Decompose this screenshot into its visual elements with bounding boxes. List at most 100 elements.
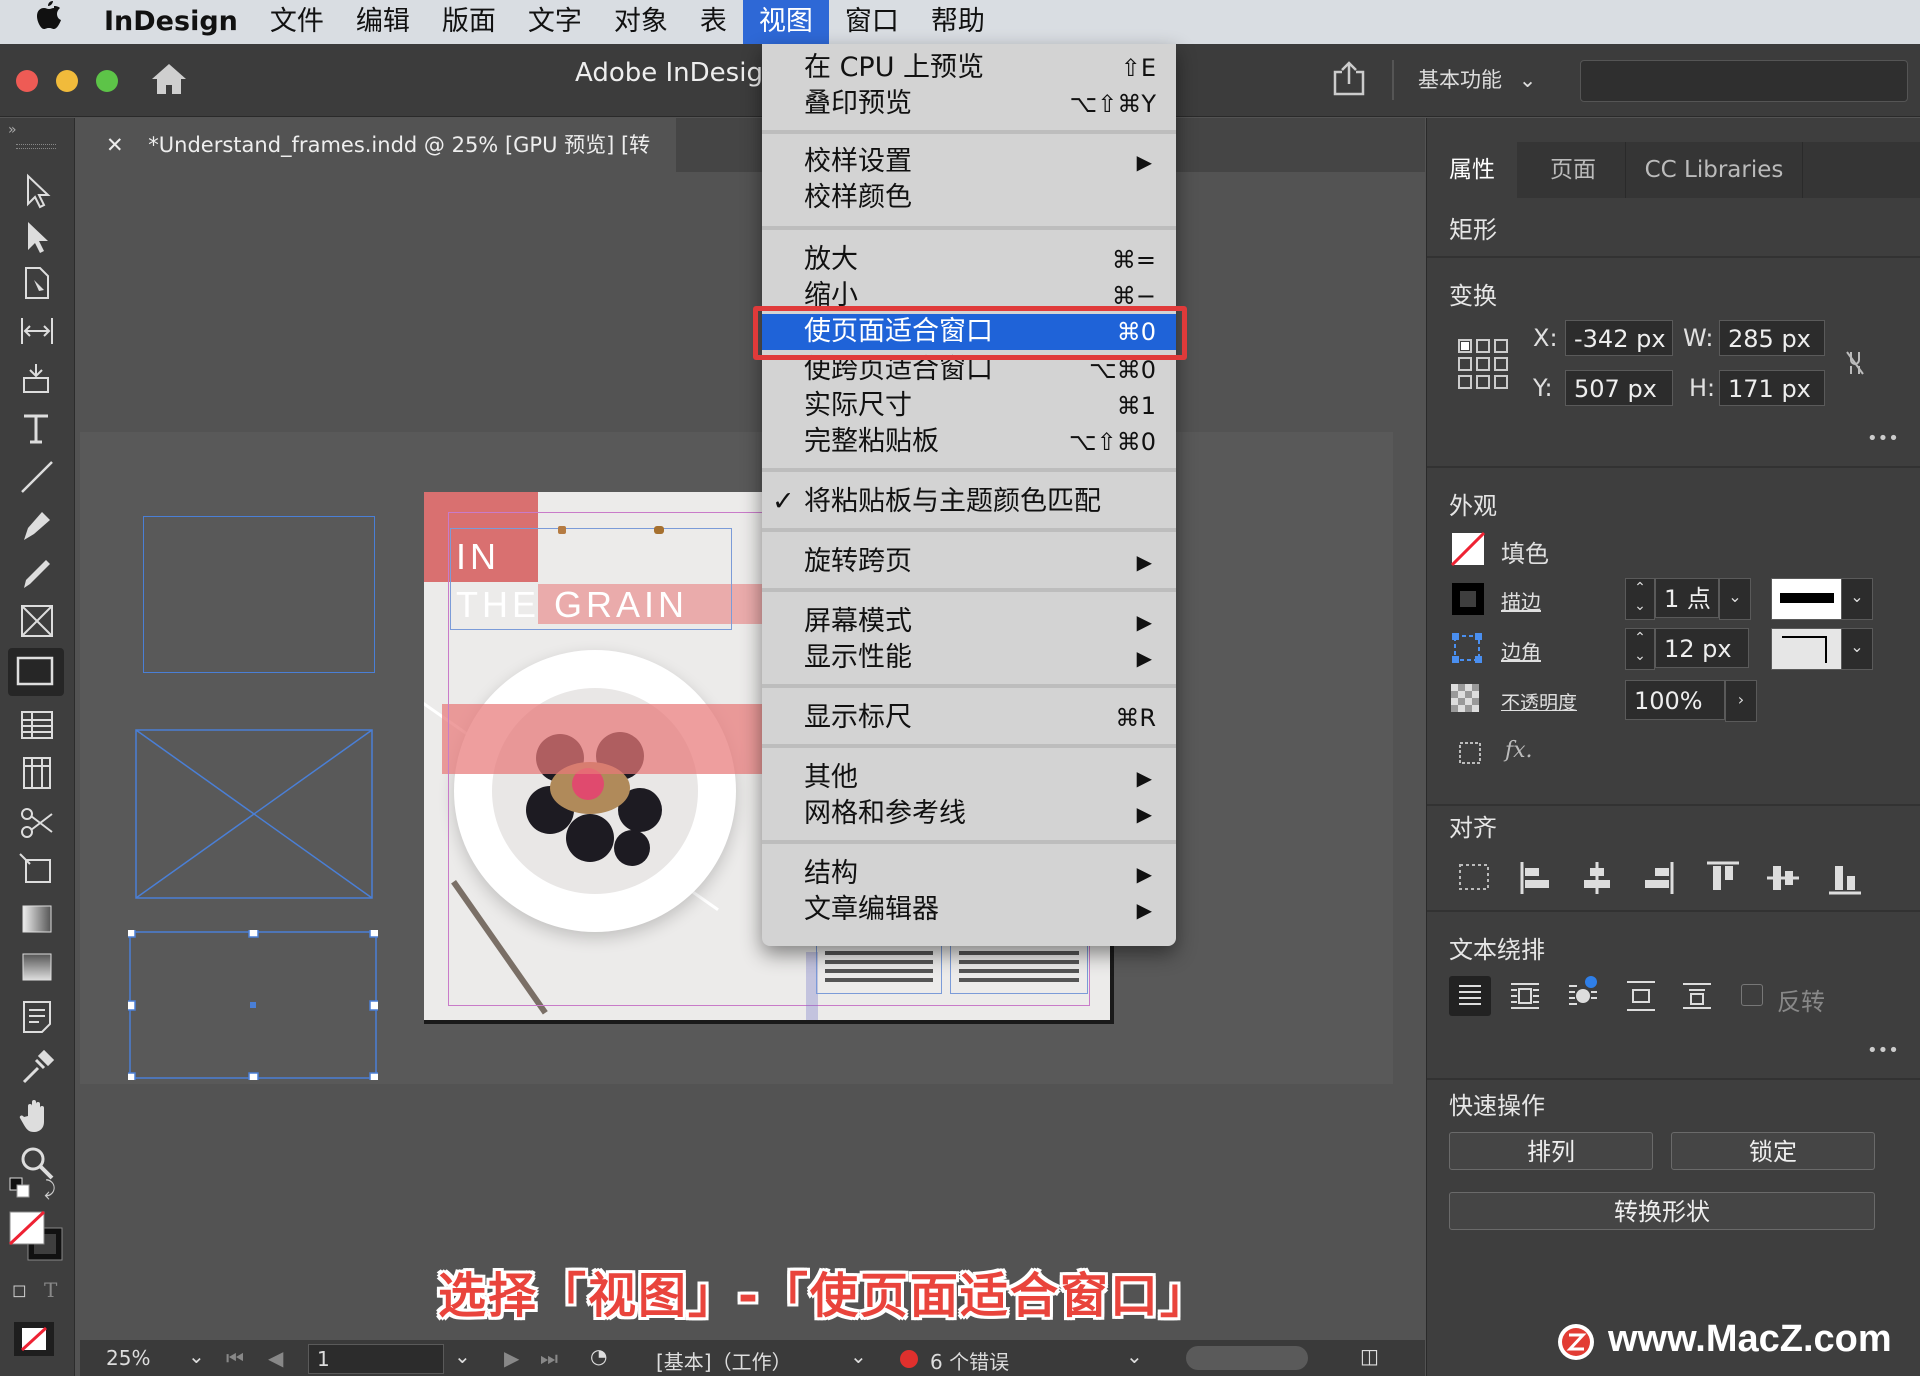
empty-text-frame[interactable] (143, 516, 375, 673)
hand-tool-icon[interactable] (18, 1096, 56, 1134)
open-document-icon[interactable]: ◔ (590, 1344, 607, 1368)
menu-item-story-editor[interactable]: 文章编辑器 ▶ (762, 892, 1176, 928)
wrap-next-column-icon[interactable] (1679, 978, 1715, 1014)
content-collector-icon[interactable] (18, 360, 56, 398)
tab-pages[interactable]: 页面 (1525, 142, 1621, 198)
convert-shape-button[interactable]: 转换形状 (1449, 1192, 1875, 1230)
menu-item-structure[interactable]: 结构 ▶ (762, 856, 1176, 892)
align-to-selection-icon[interactable] (1457, 862, 1497, 894)
corner-size-stepper[interactable]: ⌃ ⌄ (1625, 628, 1655, 670)
wrap-object-shape-icon[interactable] (1565, 974, 1601, 1014)
page-tool-icon[interactable] (18, 264, 56, 302)
table-tool-icon[interactable] (18, 706, 56, 744)
horizontal-scrollbar[interactable] (1186, 1346, 1308, 1370)
swap-colors-icon[interactable]: ⤸ (44, 1176, 56, 1200)
selection-tool-icon[interactable] (18, 172, 56, 210)
menu-layout[interactable]: 版面 (426, 0, 512, 44)
pen-tool-icon[interactable] (18, 506, 56, 544)
grip-icon[interactable] (16, 144, 56, 149)
first-page-icon[interactable]: ⏮ (226, 1346, 244, 1370)
menu-item-proof-setup[interactable]: 校样设置 ▶ (762, 144, 1176, 180)
chevron-down-icon[interactable]: ⌄ (454, 1344, 471, 1368)
stroke-type-preview[interactable] (1771, 578, 1843, 620)
menu-item-zoom-in[interactable]: 放大 ⌘= (762, 242, 1176, 278)
menu-help[interactable]: 帮助 (915, 0, 1001, 44)
chevron-down-icon[interactable]: ⌄ (1126, 1344, 1143, 1368)
close-window-button[interactable] (16, 70, 38, 92)
selected-rectangle-frame[interactable] (128, 930, 378, 1080)
y-position-field[interactable]: 507 px (1565, 370, 1673, 406)
menu-item-rotate-spread[interactable]: 旋转跨页 ▶ (762, 544, 1176, 580)
chevron-right-icon[interactable]: › (1725, 680, 1757, 722)
rectangle-tool-icon[interactable] (8, 648, 64, 696)
stroke-label[interactable]: 描边 (1501, 586, 1541, 615)
corner-size-field[interactable]: 12 px (1655, 628, 1749, 668)
stroke-weight-dropdown[interactable]: ⌄ (1719, 578, 1751, 620)
type-tool-icon[interactable] (18, 410, 56, 448)
corner-shape-dropdown[interactable]: ⌄ (1841, 628, 1873, 670)
collapse-toolbox-icon[interactable]: » (8, 122, 17, 138)
default-colors-icon[interactable] (8, 1176, 32, 1200)
more-options-icon[interactable]: ••• (1867, 428, 1899, 449)
eyedropper-tool-icon[interactable] (18, 1048, 56, 1086)
menu-object[interactable]: 对象 (598, 0, 684, 44)
lock-button[interactable]: 锁定 (1671, 1132, 1875, 1170)
effects-fx-icon[interactable]: fx. (1505, 738, 1533, 763)
wrap-jump-object-icon[interactable] (1623, 978, 1659, 1014)
menu-view[interactable]: 视图 (742, 0, 829, 44)
formatting-affects-container-icon[interactable]: ◻ (12, 1280, 27, 1301)
tab-cc-libraries[interactable]: CC Libraries (1625, 142, 1803, 198)
search-input[interactable] (1580, 60, 1908, 102)
stroke-weight-field[interactable]: 1 点 (1655, 578, 1719, 618)
frame-fitting-icon[interactable] (1457, 740, 1487, 768)
menu-item-actual-size[interactable]: 实际尺寸 ⌘1 (762, 388, 1176, 424)
menu-item-proof-colors[interactable]: 校样颜色 (762, 180, 1176, 216)
page-number-field[interactable]: 1 (308, 1344, 444, 1374)
stroke-swatch-icon[interactable] (1451, 582, 1485, 616)
line-tool-icon[interactable] (18, 458, 56, 496)
reference-point-icon[interactable] (1457, 338, 1509, 390)
align-right-icon[interactable] (1643, 860, 1675, 896)
minimize-window-button[interactable] (56, 70, 78, 92)
formatting-affects-text-icon[interactable]: T (44, 1278, 57, 1302)
last-page-icon[interactable]: ⏭ (540, 1346, 558, 1370)
document-tab[interactable]: ✕ *Understand_frames.indd @ 25% [GPU 预览]… (80, 118, 676, 211)
corner-options-icon[interactable] (1451, 632, 1483, 664)
menu-edit[interactable]: 编辑 (340, 0, 426, 44)
pencil-tool-icon[interactable] (18, 554, 56, 592)
tab-properties[interactable]: 属性 (1427, 142, 1517, 198)
preflight-errors-label[interactable]: 6 个错误 (930, 1346, 1009, 1375)
zoom-window-button[interactable] (96, 70, 118, 92)
menu-item-match-pasteboard-theme[interactable]: ✓ 将粘贴板与主题颜色匹配 (762, 484, 1176, 520)
chevron-down-icon[interactable]: ⌄ (188, 1344, 205, 1368)
menu-item-screen-mode[interactable]: 屏幕模式 ▶ (762, 604, 1176, 640)
previous-page-icon[interactable]: ◀ (268, 1346, 283, 1370)
free-transform-tool-icon[interactable] (18, 852, 56, 890)
apple-icon[interactable] (0, 0, 88, 44)
stroke-weight-stepper[interactable]: ⌃ ⌄ (1625, 578, 1655, 620)
apply-none-icon[interactable] (12, 1320, 56, 1358)
chevron-down-icon[interactable]: ⌄ (850, 1344, 867, 1368)
height-field[interactable]: 171 px (1719, 370, 1825, 406)
menu-item-entire-pasteboard[interactable]: 完整粘贴板 ⌥⇧⌘0 (762, 424, 1176, 460)
menu-item-grids-and-guides[interactable]: 网格和参考线 ▶ (762, 796, 1176, 832)
fill-swatch-icon[interactable] (1451, 532, 1485, 566)
placeholder-graphic-frame[interactable] (135, 729, 373, 899)
constrain-proportions-icon[interactable] (1843, 348, 1867, 378)
menu-item-preview-on-cpu[interactable]: 在 CPU 上预览 ⇧E (762, 50, 1176, 86)
note-tool-icon[interactable] (18, 998, 56, 1036)
direct-selection-tool-icon[interactable] (18, 218, 56, 256)
align-vertical-center-icon[interactable] (1765, 860, 1801, 896)
menu-file[interactable]: 文件 (254, 0, 340, 44)
close-tab-icon[interactable]: ✕ (106, 133, 124, 157)
workspace-switcher[interactable]: 基本功能 ⌄ (1418, 64, 1536, 94)
fill-stroke-proxy[interactable] (8, 1210, 66, 1264)
more-options-icon[interactable]: ••• (1867, 1040, 1899, 1061)
align-horizontal-center-icon[interactable] (1581, 860, 1613, 896)
menu-table[interactable]: 表 (684, 0, 743, 44)
gradient-swatch-tool-icon[interactable] (18, 900, 56, 938)
opacity-label[interactable]: 不透明度 (1501, 688, 1577, 715)
menu-item-extras[interactable]: 其他 ▶ (762, 760, 1176, 796)
menu-window[interactable]: 窗口 (829, 0, 915, 44)
menu-app-indesign[interactable]: InDesign (88, 0, 254, 44)
